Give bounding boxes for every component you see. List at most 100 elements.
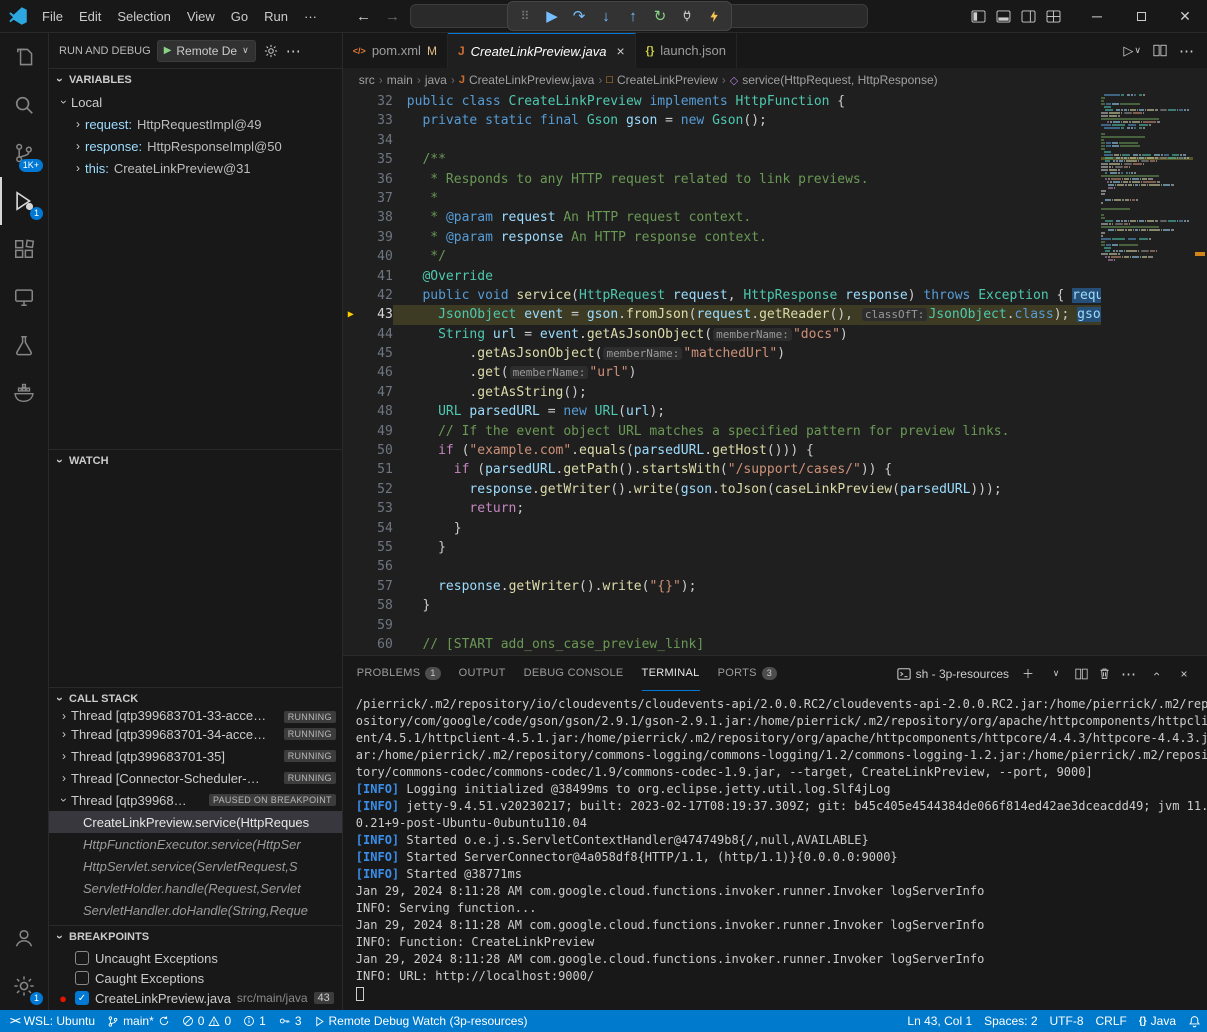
close-panel-icon[interactable]: × — [1175, 665, 1193, 683]
source-control-icon[interactable]: 1K+ — [0, 129, 48, 177]
code-line[interactable]: 48 URL parsedURL = new URL(url); — [343, 402, 1101, 421]
run-java-button[interactable]: ▷∨ — [1123, 43, 1141, 59]
stack-frame[interactable]: HttpFunctionExecutor.service(HttpSer — [49, 833, 342, 855]
command-center[interactable]: ⠿ ▶ ↷ ↓ ↑ ↻ — [410, 4, 868, 28]
code-line[interactable]: 54 } — [343, 519, 1101, 538]
gutter[interactable] — [343, 267, 359, 286]
remote-indicator[interactable]: >< WSL: Ubuntu — [0, 1010, 101, 1032]
problems-status[interactable]: 0 0 — [176, 1010, 237, 1032]
explorer-icon[interactable] — [0, 33, 48, 81]
eol-sequence[interactable]: CRLF — [1090, 1010, 1133, 1032]
code-line[interactable]: 53 return; — [343, 499, 1101, 518]
toggle-sidebar-icon[interactable] — [971, 10, 986, 23]
code-line[interactable]: 38 * @param request An HTTP request cont… — [343, 208, 1101, 227]
split-editor-icon[interactable] — [1153, 44, 1167, 57]
gutter[interactable] — [343, 92, 359, 111]
breadcrumb-item[interactable]: src — [359, 73, 375, 87]
gutter[interactable] — [343, 402, 359, 421]
debug-settings-gear-icon[interactable] — [264, 44, 278, 58]
stack-frame[interactable]: ServletHolder.handle(Request,Servlet — [49, 877, 342, 899]
gutter[interactable] — [343, 616, 359, 635]
continue-icon[interactable]: ▶ — [540, 4, 564, 28]
scope-row[interactable]: › Local — [49, 91, 342, 113]
call-stack-thread[interactable]: ›Thread [Connector-Scheduler-…RUNNING — [49, 767, 342, 789]
step-into-icon[interactable]: ↓ — [594, 4, 618, 28]
gutter[interactable] — [343, 170, 359, 189]
gutter[interactable] — [343, 635, 359, 654]
extensions-icon[interactable] — [0, 225, 48, 273]
call-stack-thread[interactable]: ›Thread [qtp399683701-34-acce…RUNNING — [49, 723, 342, 745]
code-line[interactable]: 45 .getAsJsonObject(memberName:"matchedU… — [343, 344, 1101, 363]
code-line[interactable]: 41 @Override — [343, 267, 1101, 286]
tab-launch-json[interactable]: {} launch.json — [636, 33, 737, 68]
gutter[interactable] — [343, 363, 359, 382]
maximize-panel-icon[interactable]: › — [1147, 665, 1165, 683]
overview-ruler[interactable] — [1193, 92, 1207, 655]
breakpoint-checkbox[interactable]: ✓ — [75, 991, 89, 1005]
panel-tab-problems[interactable]: PROBLEMS1 — [357, 656, 441, 691]
variables-header[interactable]: › VARIABLES — [49, 69, 342, 91]
cursor-position[interactable]: Ln 43, Col 1 — [901, 1010, 978, 1032]
minimize-button[interactable]: ─ — [1075, 0, 1119, 32]
nav-back-icon[interactable]: ← — [352, 8, 375, 25]
gutter[interactable] — [343, 247, 359, 266]
gutter[interactable] — [343, 480, 359, 499]
call-stack-thread[interactable]: ›Thread [qtp399683701-35]RUNNING — [49, 745, 342, 767]
gutter[interactable] — [343, 557, 359, 576]
breadcrumb-item[interactable]: service(HttpRequest, HttpResponse) — [742, 73, 937, 87]
breakpoints-header[interactable]: › BREAKPOINTS — [49, 926, 342, 948]
accounts-icon[interactable] — [0, 914, 48, 962]
more-actions-icon[interactable]: ⋯ — [286, 42, 302, 60]
code-line[interactable]: 49 // If the event object URL matches a … — [343, 422, 1101, 441]
gutter[interactable] — [343, 325, 359, 344]
stack-frame[interactable]: ServletHandler.doHandle(String,Reque — [49, 899, 342, 921]
code-line[interactable]: 32public class CreateLinkPreview impleme… — [343, 92, 1101, 111]
menu-item-[interactable]: ··· — [296, 6, 325, 27]
breakpoint-row[interactable]: ●✓CreateLinkPreview.javasrc/main/java43 — [49, 988, 342, 1008]
call-stack-thread[interactable]: ›Thread [qtp399683701-33-acce…RUNNING — [49, 710, 342, 723]
start-debug-icon[interactable]: ▶ — [164, 45, 172, 56]
docker-icon[interactable] — [0, 369, 48, 417]
code-line[interactable]: 50 if ("example.com".equals(parsedURL.ge… — [343, 441, 1101, 460]
toggle-panel-icon[interactable] — [996, 10, 1011, 23]
call-stack-header[interactable]: › CALL STACK — [49, 688, 342, 710]
kill-terminal-icon[interactable] — [1098, 667, 1111, 680]
gutter[interactable] — [343, 519, 359, 538]
gutter[interactable] — [343, 131, 359, 150]
indentation[interactable]: Spaces: 2 — [978, 1010, 1043, 1032]
gutter[interactable] — [343, 208, 359, 227]
menu-item-edit[interactable]: Edit — [71, 6, 109, 27]
gutter[interactable] — [343, 228, 359, 247]
launch-config-dropdown[interactable]: ▶ Remote De ∨ — [157, 40, 256, 62]
terminal-output[interactable]: /pierrick/.m2/repository/io/cloudevents/… — [343, 691, 1207, 1010]
terminal-dropdown-icon[interactable]: ∨ — [1047, 665, 1065, 683]
breadcrumb-item[interactable]: main — [387, 73, 413, 87]
code-line[interactable]: 42 public void service(HttpRequest reque… — [343, 286, 1101, 305]
key-status[interactable]: 3 — [272, 1010, 308, 1032]
gutter[interactable] — [343, 383, 359, 402]
close-tab-icon[interactable]: × — [616, 43, 624, 59]
breakpoint-row[interactable]: ●Uncaught Exceptions — [49, 948, 342, 968]
language-mode[interactable]: {} Java — [1133, 1010, 1182, 1032]
menu-item-view[interactable]: View — [179, 6, 223, 27]
panel-tab-ports[interactable]: PORTS3 — [718, 656, 778, 691]
code-line[interactable]: 40 */ — [343, 247, 1101, 266]
disconnect-icon[interactable] — [675, 4, 699, 28]
panel-tab-debug-console[interactable]: DEBUG CONSOLE — [524, 656, 624, 691]
remote-explorer-icon[interactable] — [0, 273, 48, 321]
git-branch-status[interactable]: main* — [101, 1010, 176, 1032]
notifications[interactable] — [1182, 1010, 1207, 1032]
code-editor[interactable]: 32public class CreateLinkPreview impleme… — [343, 92, 1207, 655]
code-line[interactable]: 51 if (parsedURL.getPath().startsWith("/… — [343, 460, 1101, 479]
panel-tab-output[interactable]: OUTPUT — [459, 656, 506, 691]
tab-pom-xml[interactable]: </> pom.xml M — [343, 33, 448, 68]
code-line[interactable]: 39 * @param response An HTTP response co… — [343, 228, 1101, 247]
code-line[interactable]: 46 .get(memberName:"url") — [343, 363, 1101, 382]
code-line[interactable]: 34 — [343, 131, 1101, 150]
gutter[interactable] — [343, 596, 359, 615]
gutter[interactable] — [343, 286, 359, 305]
panel-tab-terminal[interactable]: TERMINAL — [642, 656, 700, 691]
stack-frame[interactable]: HttpServlet.service(ServletRequest,S — [49, 855, 342, 877]
menu-item-run[interactable]: Run — [256, 6, 296, 27]
code-line[interactable]: 35 /** — [343, 150, 1101, 169]
